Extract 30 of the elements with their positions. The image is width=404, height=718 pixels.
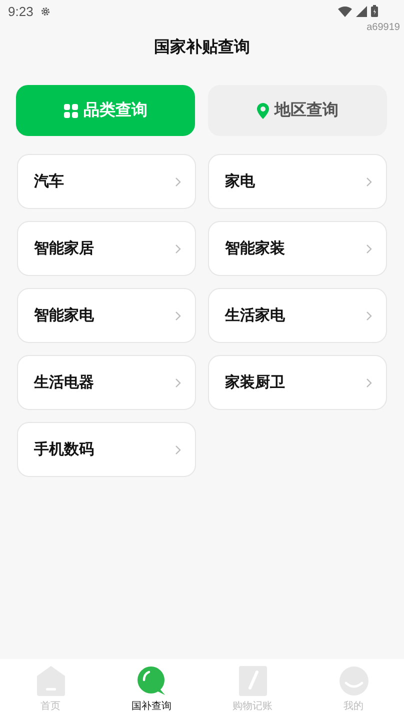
chevron-right-icon: [175, 310, 181, 320]
category-card[interactable]: 手机数码: [17, 422, 196, 477]
category-card[interactable]: 智能家装: [208, 221, 387, 276]
chevron-right-icon: [175, 244, 181, 254]
chevron-right-icon: [366, 244, 372, 254]
category-card[interactable]: 智能家居: [17, 221, 196, 276]
wifi-icon: [338, 6, 352, 16]
chevron-right-icon: [175, 444, 181, 454]
speech-bubble-icon: [136, 666, 166, 696]
location-pin-icon: [256, 102, 268, 118]
chevron-right-icon: [366, 310, 372, 320]
device-code: a69919: [366, 22, 400, 33]
chevron-right-icon: [366, 176, 372, 186]
category-card[interactable]: 生活电器: [17, 355, 196, 410]
category-card[interactable]: 生活家电: [208, 288, 387, 343]
grid-icon: [64, 104, 78, 118]
nav-tab[interactable]: 国补查询: [101, 659, 202, 718]
category-card[interactable]: 家装厨卫: [208, 355, 387, 410]
signal-icon: [356, 6, 367, 16]
status-time: 9:23: [8, 4, 34, 18]
mode-tab[interactable]: 地区查询: [208, 85, 387, 136]
category-card[interactable]: 汽车: [17, 154, 196, 209]
category-card[interactable]: 智能家电: [17, 288, 196, 343]
page-title: 国家补贴查询: [153, 37, 251, 58]
chevron-right-icon: [175, 378, 181, 388]
settings-icon: [40, 6, 52, 16]
category-card[interactable]: 家电: [208, 154, 387, 209]
battery-icon: [371, 5, 378, 17]
chevron-right-icon: [366, 378, 372, 388]
chevron-right-icon: [175, 176, 181, 186]
